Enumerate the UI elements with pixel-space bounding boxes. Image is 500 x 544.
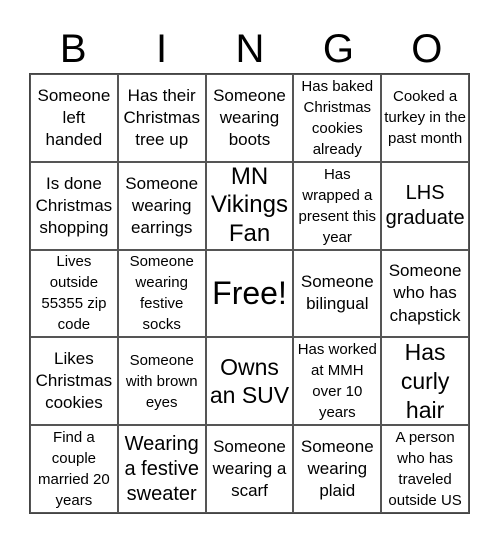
header-letter-o: O	[411, 27, 443, 71]
bingo-cell: LHS graduate	[381, 161, 469, 250]
bingo-cell: Has wrapped a present this year	[293, 161, 382, 250]
bingo-cell: Has their Christmas tree up	[117, 74, 206, 162]
bingo-cell: Someone wearing boots	[205, 74, 294, 162]
bingo-cell: Wearing a festive sweater	[117, 425, 206, 513]
bingo-cell: Someone wearing earrings	[117, 161, 206, 250]
bingo-grid: Someone left handed Has their Christmas t…	[29, 73, 470, 514]
bingo-cell: A person who has traveled outside US	[381, 425, 469, 513]
header-letter-g: G	[322, 27, 354, 71]
bingo-cell: Someone wearing a scarf	[205, 425, 294, 513]
bingo-cell-free: Free!	[205, 249, 294, 338]
bingo-cell: Cooked a turkey in the past month	[381, 74, 469, 162]
bingo-cell: Someone left handed	[30, 74, 118, 162]
bingo-header: B I N G O	[29, 26, 471, 72]
bingo-cell: Likes Christmas cookies	[30, 337, 118, 426]
bingo-cell: Lives outside 55355 zip code	[30, 249, 118, 338]
bingo-cell: Someone with brown eyes	[117, 337, 206, 426]
bingo-cell: Find a couple married 20 years	[30, 425, 118, 513]
bingo-cell: Has curly hair	[381, 337, 469, 426]
bingo-cell: Someone wearing festive socks	[117, 249, 206, 338]
bingo-cell: Someone who has chapstick	[381, 249, 469, 338]
bingo-cell: MN Vikings Fan	[205, 161, 294, 250]
bingo-cell: Owns an SUV	[205, 337, 294, 426]
bingo-cell: Has baked Christmas cookies already	[293, 74, 382, 162]
header-letter-n: N	[235, 27, 265, 71]
header-letter-b: B	[59, 27, 87, 71]
bingo-cell: Someone bilingual	[293, 249, 382, 338]
bingo-cell: Has worked at MMH over 10 years	[293, 337, 382, 426]
bingo-cell: Someone wearing plaid	[293, 425, 382, 513]
bingo-cell: Is done Christmas shopping	[30, 161, 118, 250]
header-letter-i: I	[156, 27, 168, 71]
